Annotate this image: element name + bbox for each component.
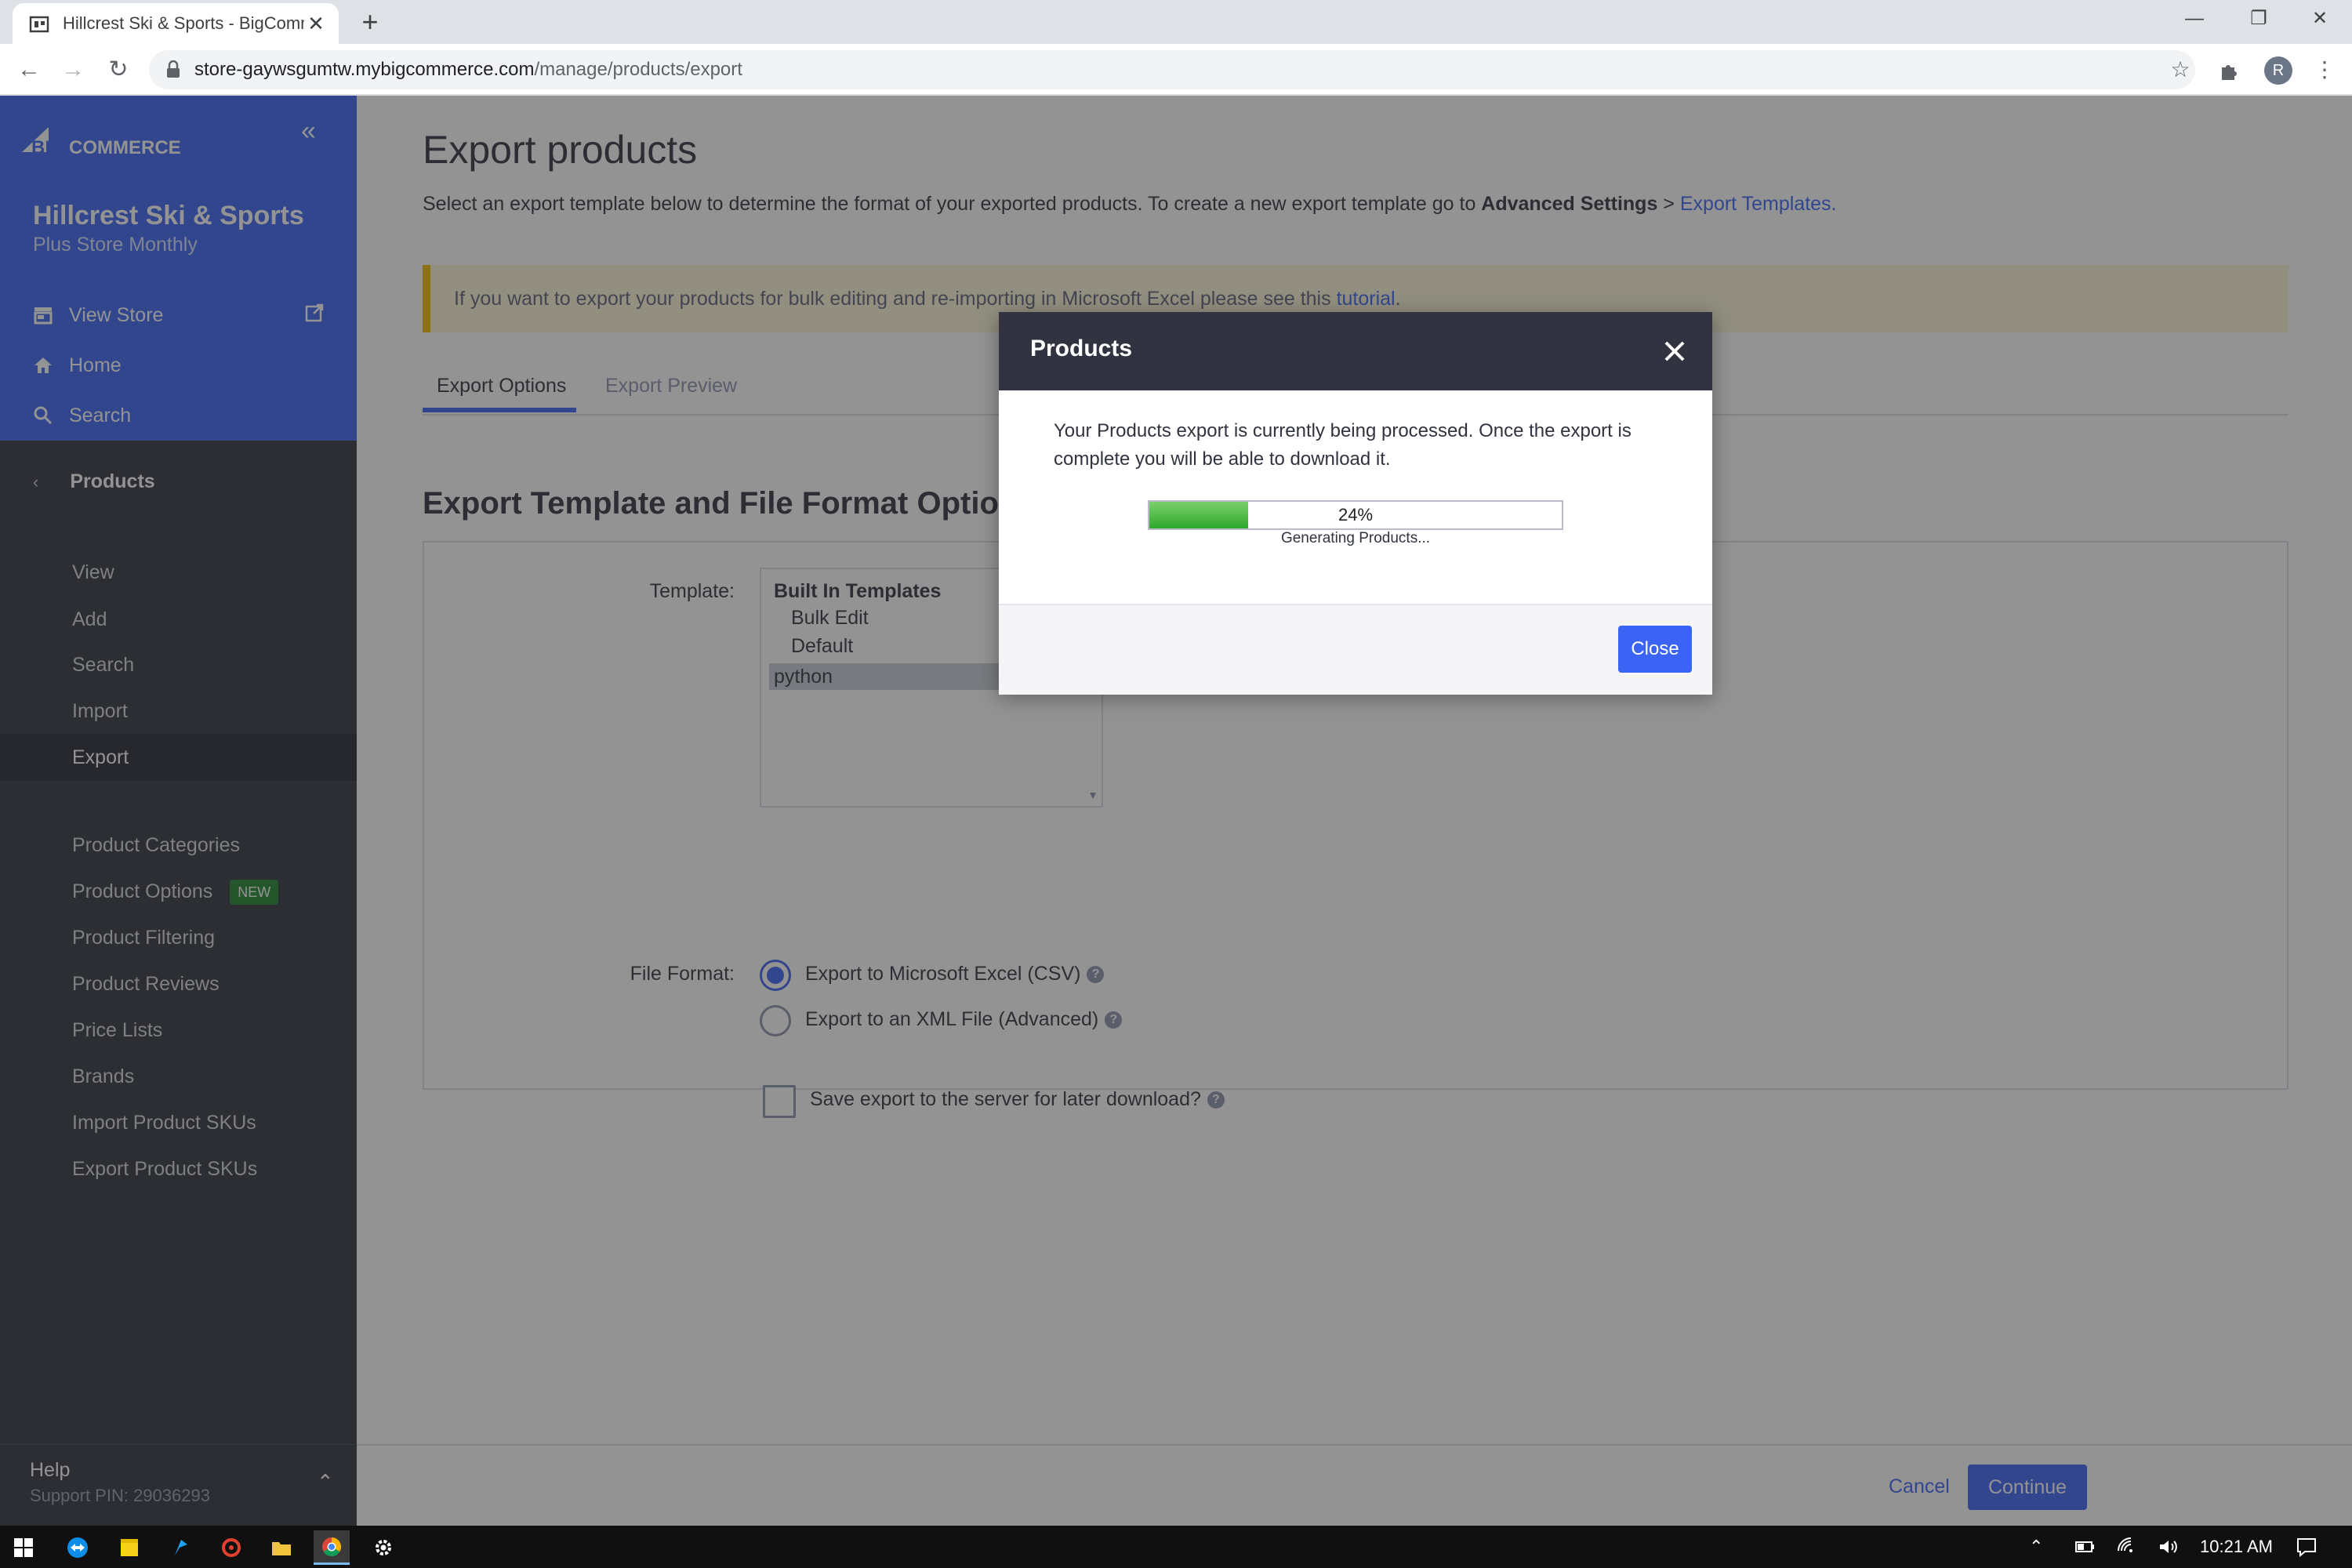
wifi-icon[interactable] — [2117, 1537, 2139, 1555]
browser-menu-icon[interactable]: ⋮ — [2308, 53, 2341, 86]
bookmark-star-icon[interactable]: ☆ — [2164, 53, 2197, 86]
url-text: store-gaywsgumtw.mybigcommerce.com/manag… — [194, 59, 742, 80]
profile-avatar[interactable]: R — [2264, 56, 2292, 85]
tab-title: Hillcrest Ski & Sports - BigComm — [63, 13, 304, 33]
progress-status: Generating Products... — [1280, 530, 1431, 546]
new-tab-button[interactable]: + — [354, 5, 386, 39]
extensions-icon[interactable] — [2219, 61, 2239, 82]
reload-button[interactable]: ↻ — [102, 53, 135, 86]
modal-title: Products — [1030, 336, 1133, 361]
browser-tab[interactable]: Hillcrest Ski & Sports - BigComm ✕ — [13, 3, 339, 44]
modal-message: Your Products export is currently being … — [1054, 420, 1632, 470]
browser-toolbar: ← → ↻ store-gaywsgumtw.mybigcommerce.com… — [0, 44, 2352, 96]
file-explorer-icon[interactable] — [263, 1530, 299, 1565]
windows-start-icon[interactable] — [14, 1538, 33, 1557]
taskbar-clock: 10:21 AM — [2200, 1537, 2273, 1556]
close-button[interactable]: Close — [1618, 626, 1692, 673]
bigcommerce-favicon-icon — [29, 16, 49, 33]
address-bar[interactable]: store-gaywsgumtw.mybigcommerce.com/manag… — [149, 50, 2195, 89]
restore-button[interactable]: ❐ — [2231, 0, 2286, 38]
export-progress-bar: 24% — [1148, 500, 1563, 530]
lock-icon — [167, 60, 180, 78]
teamviewer-icon[interactable] — [60, 1530, 96, 1565]
browser-tabstrip: Hillcrest Ski & Sports - BigComm ✕ + — ❐… — [0, 0, 2352, 44]
tray-chevron-up-icon[interactable]: ⌃ — [2029, 1537, 2043, 1557]
back-button[interactable]: ← — [13, 53, 45, 86]
window-close-button[interactable]: ✕ — [2292, 0, 2347, 38]
forward-button[interactable]: → — [56, 53, 89, 86]
tab-close-icon[interactable]: ✕ — [304, 12, 328, 35]
battery-icon[interactable] — [2073, 1538, 2095, 1555]
windows-taskbar: ⌃ 10:21 AM — [0, 1526, 2352, 1568]
app-red-icon[interactable] — [213, 1530, 249, 1565]
volume-icon[interactable] — [2158, 1538, 2180, 1555]
modal-overlay[interactable] — [0, 96, 2352, 1526]
modal-header: Products — [999, 312, 1712, 390]
settings-gear-icon[interactable] — [365, 1530, 401, 1565]
minimize-button[interactable]: — — [2167, 0, 2222, 38]
close-icon[interactable] — [1659, 336, 1690, 367]
modal-footer: Close — [999, 604, 1712, 695]
progress-percent: 24% — [1338, 505, 1374, 524]
products-export-modal: Products Your Products export is current… — [999, 312, 1712, 695]
sticky-notes-icon[interactable] — [111, 1530, 147, 1565]
app-blue-icon[interactable] — [163, 1530, 199, 1565]
notification-center-icon[interactable] — [2296, 1537, 2318, 1557]
chrome-icon[interactable] — [314, 1530, 350, 1565]
